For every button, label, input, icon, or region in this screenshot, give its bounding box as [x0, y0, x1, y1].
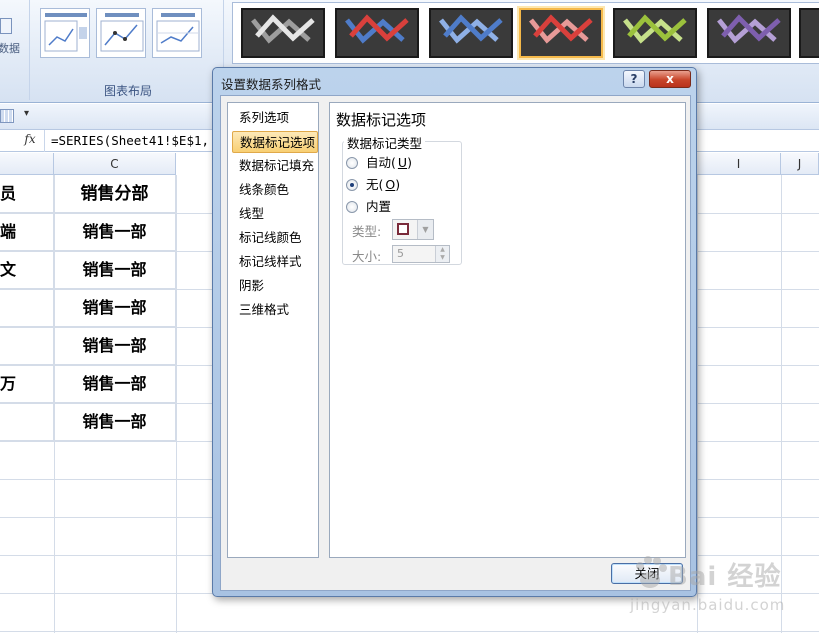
nav-item[interactable]: 数据标记填充: [232, 155, 318, 177]
chart-style-thumb[interactable]: [707, 8, 791, 58]
chevron-down-icon[interactable]: ▼: [417, 220, 433, 239]
fx-icon[interactable]: fx: [16, 132, 44, 146]
cell-c[interactable]: 销售一部: [54, 289, 176, 327]
marker-type-select[interactable]: ▼: [392, 219, 434, 240]
help-icon[interactable]: ?: [623, 70, 645, 88]
nav-item[interactable]: 标记线颜色: [232, 227, 318, 249]
radio-unchecked-icon[interactable]: [346, 201, 358, 213]
radio-access-key: U: [397, 155, 408, 170]
radio-checked-icon[interactable]: [346, 179, 358, 191]
column-gridline: [176, 175, 177, 633]
chart-layout-1-icon: [44, 13, 87, 52]
marker-type-radio[interactable]: 无(O): [346, 176, 456, 194]
line-style-preview-icon: [623, 14, 687, 44]
radio-unchecked-icon[interactable]: [346, 157, 358, 169]
cell-b[interactable]: [0, 403, 54, 441]
dialog-title: 设置数据系列格式: [221, 77, 322, 92]
chart-layout-group: ▲ ▼ ☰ 图表布局: [32, 0, 252, 100]
cell-b[interactable]: 万: [0, 365, 54, 403]
radio-access-key: O: [385, 177, 396, 192]
cell-b[interactable]: [0, 289, 54, 327]
watermark-brand: Bai 经验: [668, 562, 782, 592]
cell-c[interactable]: 销售一部: [54, 327, 176, 365]
line-style-preview-icon: [251, 14, 315, 44]
chart-styles-gallery: [232, 2, 819, 64]
customize-dropdown-icon[interactable]: ▾: [24, 108, 29, 119]
column-header-j[interactable]: J: [781, 153, 819, 175]
cell-c[interactable]: 销售一部: [54, 403, 176, 441]
column-header-c[interactable]: C: [54, 153, 176, 175]
line-style-preview-icon: [717, 14, 781, 44]
chart-layout-group-label: 图表布局: [103, 84, 152, 98]
marker-size-stepper[interactable]: 5 ▲ ▼: [392, 245, 450, 263]
chart-layout-2-icon: [100, 13, 144, 52]
marker-type-radio[interactable]: 自动(U): [346, 154, 456, 172]
chart-layout-thumb-3[interactable]: [152, 8, 202, 58]
chart-layout-thumb-2[interactable]: [96, 8, 146, 58]
chart-style-thumb[interactable]: [519, 8, 603, 58]
chart-layout-3-icon: [156, 13, 200, 52]
cell-c[interactable]: 销售一部: [54, 365, 176, 403]
nav-item[interactable]: 标记线样式: [232, 251, 318, 273]
cell-c[interactable]: 销售一部: [54, 251, 176, 289]
chart-style-thumb-partial[interactable]: [799, 8, 819, 58]
pane-title: 数据标记选项: [336, 111, 427, 129]
type-label: 类型:: [352, 224, 382, 239]
chart-style-thumb[interactable]: [429, 8, 513, 58]
cell-b[interactable]: [0, 327, 54, 365]
close-icon[interactable]: x: [649, 70, 691, 88]
radio-label: 内置: [366, 198, 391, 216]
data-group: 数据: [0, 0, 30, 100]
chart-style-thumb[interactable]: [241, 8, 325, 58]
nav-item[interactable]: 阴影: [232, 275, 318, 297]
marker-size-value: 5: [397, 247, 404, 260]
formula-input[interactable]: =SERIES(Sheet41!$E$1,: [44, 130, 209, 152]
format-data-series-dialog: 设置数据系列格式 ? x 系列选项 数据标记选项 数据标记填充 线条颜色 线型 标记线颜色…: [212, 67, 697, 597]
nav-item[interactable]: 线条颜色: [232, 179, 318, 201]
nav-item[interactable]: 系列选项: [232, 107, 318, 129]
column-header-b[interactable]: [0, 153, 54, 175]
dialog-body: 系列选项 数据标记选项 数据标记填充 线条颜色 线型 标记线颜色 标记线样式 阴影 三维格式 数…: [220, 95, 691, 591]
baidu-paw-icon: [636, 556, 667, 588]
marker-swatch-icon: [397, 223, 409, 235]
line-style-preview-icon: [345, 14, 409, 44]
radio-label-text: 自动: [366, 155, 392, 170]
spin-up-icon[interactable]: ▲: [436, 246, 449, 254]
chart-style-thumb[interactable]: [613, 8, 697, 58]
cell-c[interactable]: 销售一部: [54, 213, 176, 251]
marker-type-group-label: 数据标记类型: [344, 133, 426, 152]
line-style-preview-icon: [439, 14, 503, 44]
watermark-url: jingyan.baidu.com: [630, 596, 786, 614]
radio-label-text: 内置: [366, 199, 392, 214]
chart-style-thumb[interactable]: [335, 8, 419, 58]
nav-item[interactable]: 线型: [232, 203, 318, 225]
baidu-watermark: Bai 经验 jingyan.baidu.com: [628, 548, 818, 628]
marker-type-radio[interactable]: 内置: [346, 198, 456, 216]
cell-b[interactable]: 端: [0, 213, 54, 251]
options-pane: 数据标记选项 数据标记类型 自动(U) 无(O) 内置 类型: ▼ 大小: 5 ▲ …: [329, 102, 686, 558]
line-style-preview-icon: [529, 14, 593, 44]
spin-down-icon[interactable]: ▼: [436, 254, 449, 262]
grid-icon[interactable]: [0, 109, 14, 123]
chart-layout-thumb-1[interactable]: [40, 8, 90, 58]
nav-item[interactable]: 数据标记选项: [232, 131, 318, 153]
data-group-label[interactable]: 数据: [0, 40, 20, 56]
nav-item[interactable]: 三维格式: [232, 299, 318, 321]
select-data-icon[interactable]: [0, 18, 12, 34]
cell-b[interactable]: 文: [0, 251, 54, 289]
size-label: 大小:: [352, 249, 382, 264]
cell-c1[interactable]: 销售分部: [54, 175, 176, 213]
category-nav: 系列选项 数据标记选项 数据标记填充 线条颜色 线型 标记线颜色 标记线样式 阴影 三维格式: [227, 102, 319, 558]
column-header-i[interactable]: I: [697, 153, 781, 175]
radio-label-text: 无: [366, 177, 379, 192]
radio-label: 自动(U): [366, 155, 412, 170]
spin-buttons[interactable]: ▲ ▼: [435, 246, 449, 262]
radio-label: 无(O): [366, 177, 401, 192]
cell-b1[interactable]: 员: [0, 175, 54, 213]
